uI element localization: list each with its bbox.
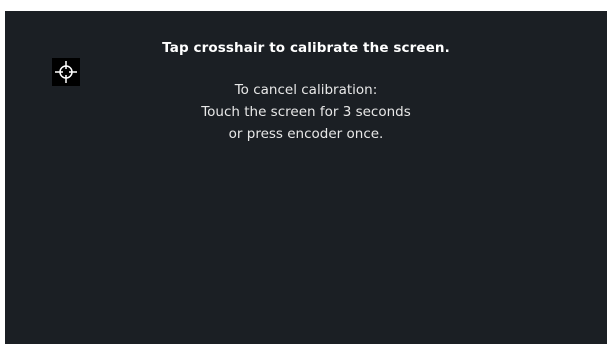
instruction-line: or press encoder once. xyxy=(228,126,384,142)
calibration-title: Tap crosshair to calibrate the screen. xyxy=(162,40,450,56)
instruction-line: To cancel calibration: xyxy=(234,82,378,98)
instruction-line: Touch the screen for 3 seconds xyxy=(201,104,411,120)
cancel-instructions: To cancel calibration: Touch the screen … xyxy=(5,79,607,145)
calibration-screen[interactable]: Tap crosshair to calibrate the screen. T… xyxy=(5,11,607,344)
